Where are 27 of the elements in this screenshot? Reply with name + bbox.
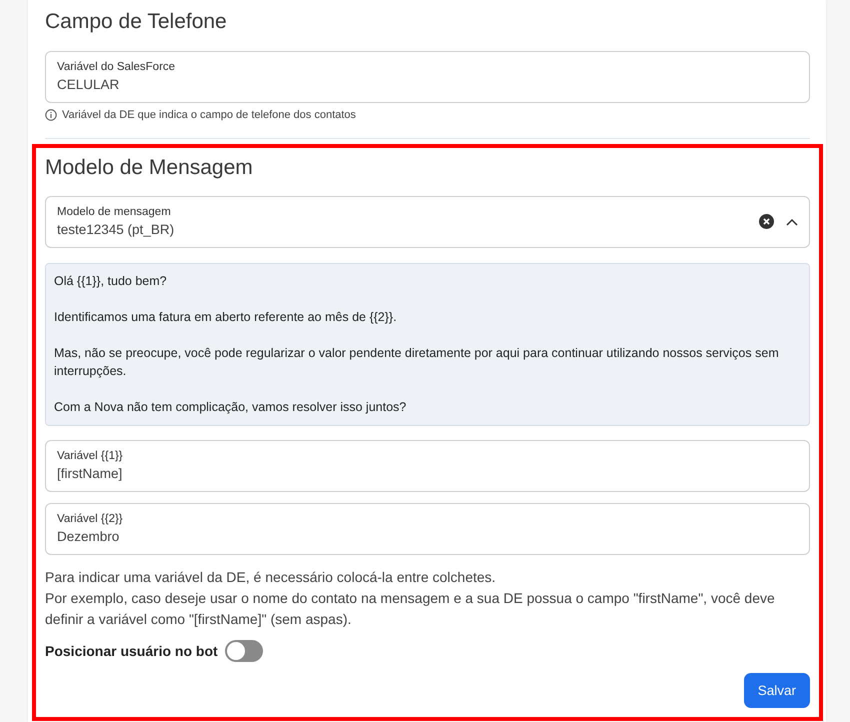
toggle-label: Posicionar usuário no bot bbox=[45, 643, 218, 659]
field-label: Modelo de mensagem bbox=[57, 205, 172, 220]
variable-field[interactable]: Variável {{1}} [firstName] bbox=[45, 440, 810, 492]
message-paragraph: Identificamos uma fatura em aberto referente ao mês de {{2}}. bbox=[54, 309, 398, 326]
hint-text: Variável da DE que indica o campo de telefone dos contatos bbox=[62, 109, 356, 121]
clear-icon[interactable] bbox=[759, 214, 774, 229]
info-icon bbox=[45, 109, 57, 121]
field-label: Variável {{2}} bbox=[57, 512, 124, 527]
field-value: teste12345 (pt_BR) bbox=[57, 221, 176, 239]
template-select[interactable]: Modelo de mensagem teste12345 (pt_BR) bbox=[45, 196, 810, 248]
message-paragraph: Olá {{1}}, tudo bem? bbox=[54, 273, 168, 290]
text-field[interactable]: Variável do SalesForce CELULAR bbox=[45, 51, 810, 103]
help-text: Por exemplo, caso deseje usar o nome do contato na mensagem e a sua DE possua o campo "firstName", você deve definir a variável como "[firstName]" (sem aspas). bbox=[45, 589, 776, 629]
message-paragraph: Mas, não se preocupe, você pode regularizar o valor pendente diretamente por aqui para continuar utilizando nossos serviços sem interrupções. bbox=[54, 345, 780, 380]
toggle-switch[interactable] bbox=[224, 640, 263, 662]
field-value: Dezembro bbox=[57, 528, 120, 546]
section-title: Modelo de Mensagem bbox=[45, 155, 254, 181]
field-value: CELULAR bbox=[57, 76, 120, 94]
field-value: [firstName] bbox=[57, 465, 124, 483]
section-title: Campo de Telefone bbox=[45, 9, 228, 35]
help-text: Para indicar uma variável da DE, é necessário colocá-la entre colchetes. bbox=[45, 568, 497, 587]
chevron-icon[interactable] bbox=[786, 218, 798, 226]
variable-field[interactable]: Variável {{2}} Dezembro bbox=[45, 503, 810, 555]
save-button[interactable]: Salvar bbox=[744, 673, 810, 708]
field-label: Variável do SalesForce bbox=[57, 60, 176, 75]
message-paragraph: Com a Nova não tem complicação, vamos resolver isso juntos? bbox=[54, 399, 408, 416]
field-label: Variável {{1}} bbox=[57, 449, 124, 464]
